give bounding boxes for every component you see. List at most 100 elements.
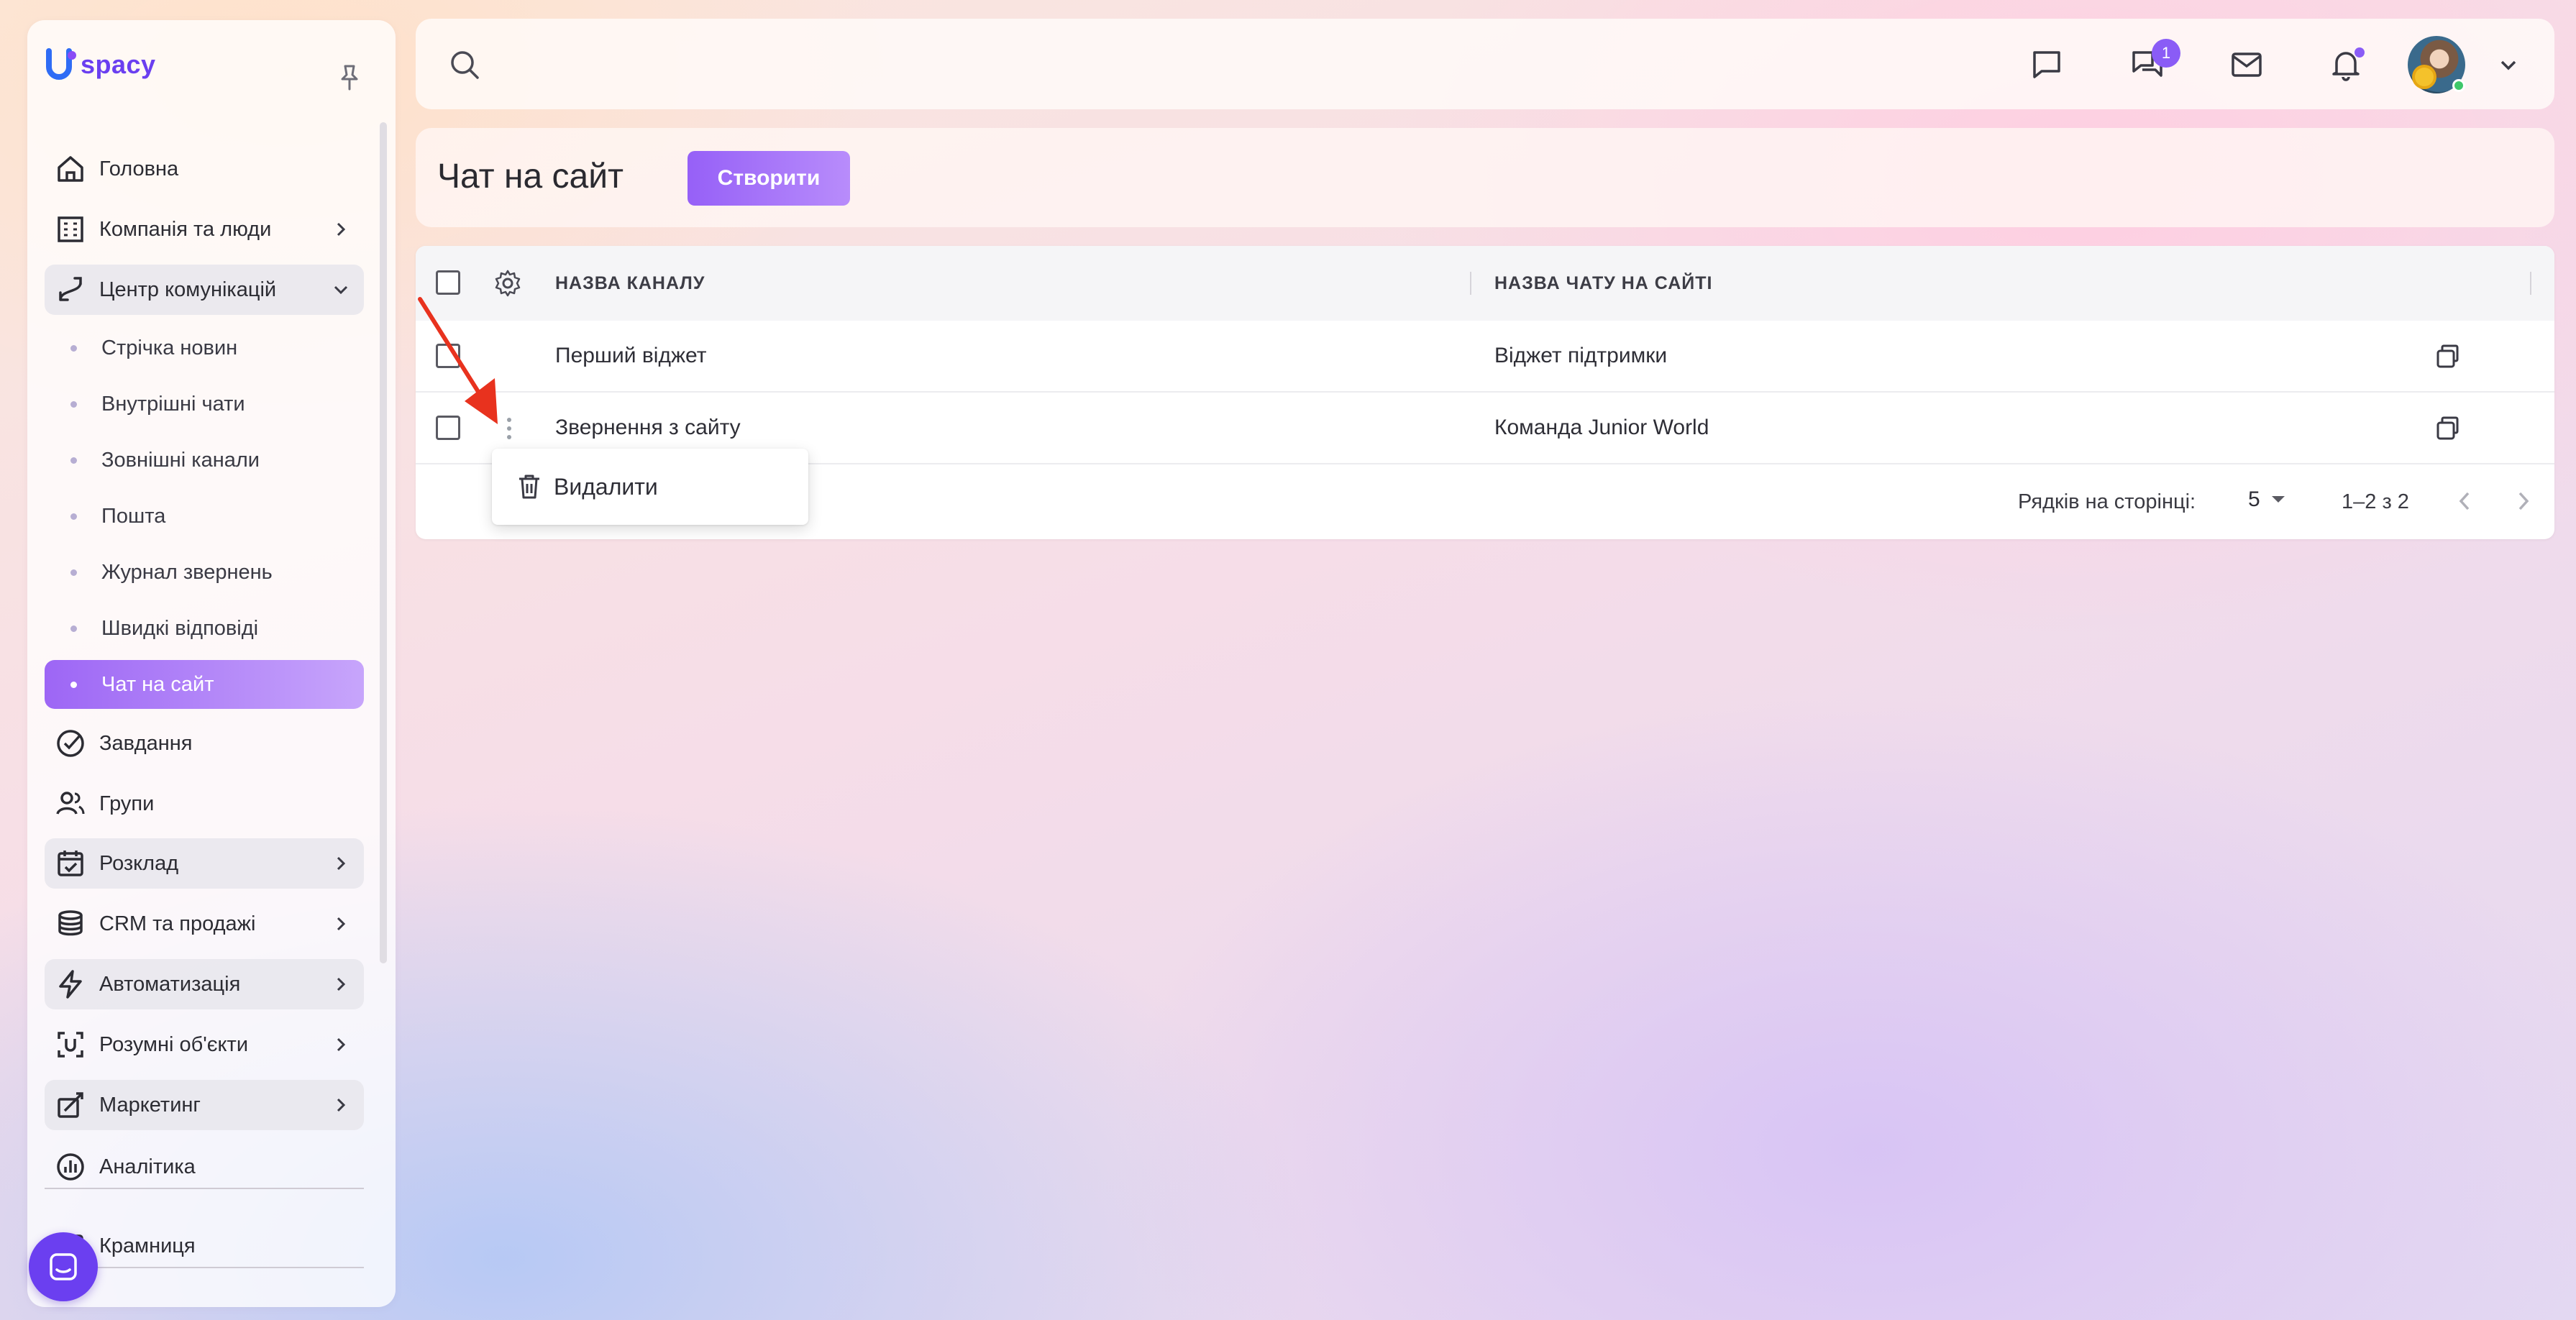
marketing-icon — [50, 1085, 91, 1125]
chevron-right-icon — [332, 976, 350, 993]
page-title: Чат на сайт — [437, 157, 624, 196]
bullet — [70, 344, 77, 352]
row-context-menu: Видалити — [492, 449, 808, 525]
trash-icon — [519, 475, 539, 499]
column-header-channel-name[interactable]: НАЗВА КАНАЛУ — [555, 273, 705, 294]
select-all-checkbox[interactable] — [436, 270, 460, 295]
sidebar-subitem-mail[interactable]: Пошта — [45, 492, 364, 541]
smart-object-icon — [50, 1025, 91, 1065]
home-icon — [50, 149, 91, 189]
chat-name-cell: Віджет підтримки — [1494, 344, 1668, 367]
database-icon — [50, 904, 91, 944]
chat-count-badge: 1 — [2152, 39, 2180, 68]
column-separator[interactable] — [2530, 272, 2531, 295]
sidebar-item-communications[interactable]: Центр комунікацій — [45, 265, 364, 315]
sidebar-item-label: Центр комунікацій — [99, 278, 277, 301]
sidebar-subitem-label: Внутрішні чати — [101, 392, 245, 416]
sidebar-item-schedule[interactable]: Розклад — [45, 838, 364, 889]
building-icon — [50, 209, 91, 249]
sidebar-item-label: Крамниця — [99, 1234, 196, 1257]
pagination-range: 1–2 з 2 — [2342, 490, 2409, 513]
chevron-right-icon — [332, 1096, 350, 1114]
next-page-icon[interactable] — [2513, 490, 2533, 512]
logo-u-icon — [46, 48, 76, 80]
sidebar-subitem-label: Чат на сайт — [101, 672, 214, 696]
rows-per-page-label: Рядків на сторінці: — [2018, 490, 2196, 513]
sidebar-subitem-internal-chats[interactable]: Внутрішні чати — [45, 380, 364, 428]
rows-per-page-select[interactable]: 5 — [2248, 487, 2286, 512]
sidebar-item-groups[interactable]: Групи — [45, 779, 364, 829]
channel-name-cell: Звернення з сайту — [555, 416, 741, 439]
table-header: НАЗВА КАНАЛУ НАЗВА ЧАТУ НА САЙТІ — [416, 246, 2554, 321]
sidebar-item-crm[interactable]: CRM та продажі — [45, 899, 364, 949]
bullet — [70, 625, 77, 632]
sidebar-subitem-label: Зовнішні канали — [101, 448, 260, 472]
chevron-right-icon — [332, 221, 350, 238]
sidebar-subitem-label: Швидкі відповіді — [101, 616, 259, 640]
sidebar-item-analytics[interactable]: Аналітика — [45, 1142, 364, 1192]
sidebar-item-home[interactable]: Головна — [45, 144, 364, 194]
copy-icon[interactable] — [2434, 414, 2462, 443]
message-icon[interactable] — [2028, 46, 2065, 83]
chevron-right-icon — [332, 855, 350, 872]
annotation-arrow — [414, 293, 529, 437]
bullet — [70, 681, 77, 688]
sidebar: spacy Головна Компанія та люди Центр ком… — [27, 20, 396, 1307]
online-status-dot — [2452, 79, 2465, 92]
chevron-down-icon[interactable] — [2490, 46, 2527, 83]
sidebar-item-marketing[interactable]: Маркетинг — [45, 1080, 364, 1130]
sidebar-item-label: Компанія та люди — [99, 217, 272, 241]
rows-per-page-value: 5 — [2248, 487, 2260, 511]
sidebar-subitem-site-chat[interactable]: Чат на сайт — [45, 660, 364, 709]
avatar[interactable] — [2408, 36, 2465, 93]
sidebar-item-label: Розклад — [99, 851, 179, 875]
sidebar-item-company[interactable]: Компанія та люди — [45, 204, 364, 255]
sidebar-item-label: Маркетинг — [99, 1093, 201, 1117]
chat-widget-icon — [50, 1253, 77, 1280]
sidebar-item-tasks[interactable]: Завдання — [45, 718, 364, 769]
delete-menu-item[interactable]: Видалити — [516, 473, 658, 500]
page-header: Чат на сайт Створити — [416, 128, 2554, 227]
chat-name-cell: Команда Junior World — [1494, 416, 1709, 439]
bell-icon[interactable] — [2327, 46, 2365, 83]
sidebar-divider — [45, 1188, 364, 1189]
caret-down-icon — [2271, 496, 2285, 503]
sidebar-item-label: Аналітика — [99, 1155, 196, 1178]
lightning-icon — [50, 964, 91, 1004]
search-icon[interactable] — [446, 46, 483, 83]
sidebar-subitem-quick-replies[interactable]: Швидкі відповіді — [45, 604, 364, 653]
copy-icon[interactable] — [2434, 342, 2462, 371]
sidebar-subitem-external-channels[interactable]: Зовнішні канали — [45, 436, 364, 485]
sidebar-subitem-label: Пошта — [101, 504, 166, 528]
pin-icon[interactable] — [337, 63, 362, 92]
calendar-icon — [50, 843, 91, 884]
bullet — [70, 400, 77, 408]
sidebar-scrollbar[interactable] — [380, 122, 387, 963]
bullet — [70, 569, 77, 576]
mail-icon[interactable] — [2228, 46, 2265, 83]
logo[interactable]: spacy — [45, 45, 156, 85]
sidebar-subitem-news-feed[interactable]: Стрічка новин — [45, 324, 364, 372]
support-chat-button[interactable] — [29, 1232, 98, 1301]
sidebar-item-smart-objects[interactable]: Розумні об'єкти — [45, 1019, 364, 1070]
chevron-down-icon — [332, 281, 350, 298]
chevron-right-icon — [332, 1036, 350, 1053]
sidebar-item-label: Розумні об'єкти — [99, 1032, 249, 1056]
bullet — [70, 513, 77, 520]
chevron-right-icon — [332, 915, 350, 932]
chats-icon[interactable]: 1 — [2129, 39, 2180, 83]
logo-text: spacy — [81, 50, 156, 79]
top-bar: 1 — [416, 19, 2554, 109]
sidebar-item-label: Завдання — [99, 731, 193, 755]
previous-page-icon[interactable] — [2455, 490, 2475, 512]
sidebar-subitem-requests-log[interactable]: Журнал звернень — [45, 548, 364, 597]
sidebar-item-label: Головна — [99, 157, 179, 180]
table-row[interactable]: Перший віджет Віджет підтримки — [416, 321, 2554, 393]
create-button[interactable]: Створити — [688, 151, 850, 206]
sidebar-item-automation[interactable]: Автоматизація — [45, 959, 364, 1009]
sidebar-subitem-label: Журнал звернень — [101, 560, 273, 584]
column-separator[interactable] — [1470, 272, 1471, 295]
sidebar-item-label: Групи — [99, 792, 155, 815]
column-header-site-chat-name[interactable]: НАЗВА ЧАТУ НА САЙТІ — [1494, 273, 1712, 294]
bullet — [70, 457, 77, 464]
